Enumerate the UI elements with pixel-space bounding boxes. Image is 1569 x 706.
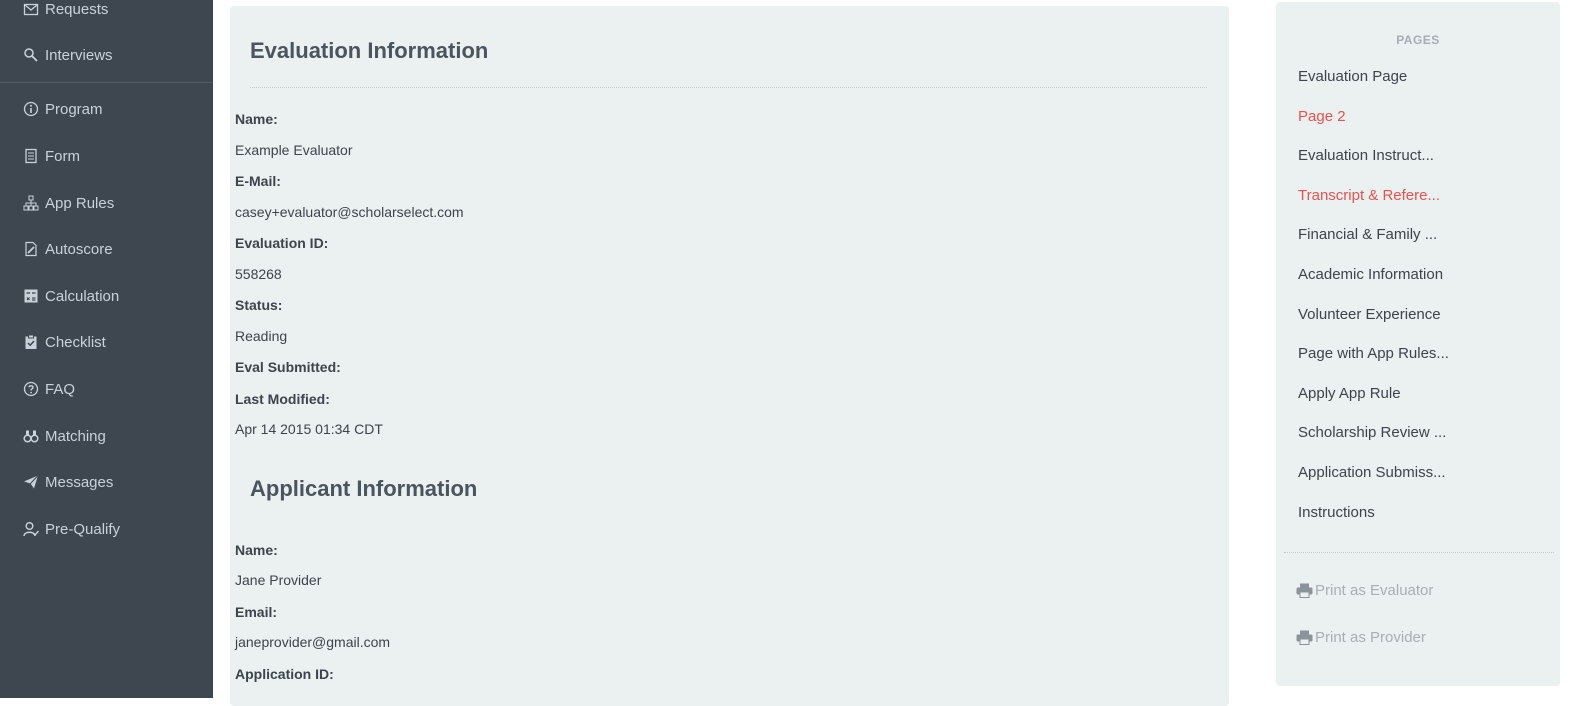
sidebar-item-app-rules[interactable]: App Rules bbox=[22, 191, 114, 215]
printer-icon bbox=[1296, 630, 1313, 645]
page-link-scholarship-review[interactable]: Scholarship Review ... bbox=[1298, 424, 1446, 441]
sidebar-item-label: Calculation bbox=[45, 287, 120, 305]
sidebar-item-faq[interactable]: FAQ bbox=[22, 377, 75, 401]
page-link-evaluation-page[interactable]: Evaluation Page bbox=[1298, 68, 1407, 85]
eval-status-label: Status: bbox=[235, 297, 283, 313]
eval-status-value: Reading bbox=[235, 328, 288, 344]
binoculars-icon bbox=[22, 427, 40, 445]
sidebar-item-label: Messages bbox=[45, 473, 114, 491]
last-modified-value: Apr 14 2015 01:34 CDT bbox=[235, 421, 383, 437]
eval-email-label: E-Mail: bbox=[235, 173, 281, 189]
page-link-page-2[interactable]: Page 2 bbox=[1298, 108, 1346, 125]
sitemap-icon bbox=[22, 194, 40, 212]
pencil-document-icon bbox=[22, 240, 40, 258]
sidebar-item-autoscore[interactable]: Autoscore bbox=[22, 237, 113, 261]
sidebar-divider bbox=[0, 82, 213, 83]
sidebar-item-label: Requests bbox=[45, 0, 109, 18]
sidebar-item-interviews[interactable]: Interviews bbox=[22, 43, 113, 67]
clipboard-check-icon bbox=[22, 333, 40, 351]
printer-icon bbox=[1296, 583, 1313, 598]
page-link-instructions[interactable]: Instructions bbox=[1298, 504, 1375, 521]
applicant-name-label: Name: bbox=[235, 542, 278, 558]
search-users-icon bbox=[22, 46, 40, 64]
envelope-icon bbox=[22, 0, 40, 18]
sidebar-item-label: Checklist bbox=[45, 333, 106, 351]
sidebar-item-label: FAQ bbox=[45, 380, 76, 398]
question-circle-icon bbox=[22, 380, 40, 398]
sidebar-item-calculation[interactable]: Calculation bbox=[22, 284, 119, 308]
pages-panel: PAGES Evaluation Page Page 2 Evaluation … bbox=[1276, 2, 1560, 686]
application-id-label: Application ID: bbox=[235, 666, 334, 682]
page-link-application-submission[interactable]: Application Submiss... bbox=[1298, 464, 1446, 481]
sidebar-item-form[interactable]: Form bbox=[22, 144, 80, 168]
sidebar: Requests Interviews Program Form App Rul… bbox=[0, 0, 213, 698]
sidebar-item-label: Interviews bbox=[45, 46, 113, 64]
applicant-email-label: Email: bbox=[235, 604, 278, 620]
user-check-icon bbox=[22, 520, 40, 538]
page-link-transcript-references[interactable]: Transcript & Refere... bbox=[1298, 187, 1440, 204]
calculator-icon bbox=[22, 287, 40, 305]
eval-id-label: Evaluation ID: bbox=[235, 235, 329, 251]
eval-name-value: Example Evaluator bbox=[235, 142, 353, 158]
eval-submitted-label: Eval Submitted: bbox=[235, 359, 341, 375]
sidebar-item-requests[interactable]: Requests bbox=[22, 0, 108, 21]
page-link-financial-family[interactable]: Financial & Family ... bbox=[1298, 226, 1437, 243]
print-as-provider-link[interactable]: Print as Provider bbox=[1296, 629, 1426, 646]
sidebar-item-pre-qualify[interactable]: Pre-Qualify bbox=[22, 517, 120, 541]
pages-heading: PAGES bbox=[1396, 33, 1440, 47]
document-icon bbox=[22, 147, 40, 165]
section-divider bbox=[250, 87, 1207, 88]
sidebar-item-label: Form bbox=[45, 147, 80, 165]
main-content-panel: Evaluation Information Name: Example Eva… bbox=[230, 6, 1229, 706]
sidebar-item-label: Pre-Qualify bbox=[45, 520, 121, 538]
sidebar-item-matching[interactable]: Matching bbox=[22, 424, 106, 448]
applicant-info-title: Applicant Information bbox=[250, 476, 478, 501]
page-link-academic-information[interactable]: Academic Information bbox=[1298, 266, 1443, 283]
eval-id-value: 558268 bbox=[235, 266, 282, 282]
sidebar-item-label: Program bbox=[45, 100, 103, 118]
page-link-apply-app-rule[interactable]: Apply App Rule bbox=[1298, 385, 1401, 402]
print-as-evaluator-label: Print as Evaluator bbox=[1315, 582, 1434, 599]
sidebar-item-program[interactable]: Program bbox=[22, 97, 103, 121]
eval-name-label: Name: bbox=[235, 111, 278, 127]
evaluation-info-title: Evaluation Information bbox=[250, 38, 489, 63]
page-link-page-with-app-rules[interactable]: Page with App Rules... bbox=[1298, 345, 1449, 362]
page-link-evaluation-instructions[interactable]: Evaluation Instruct... bbox=[1298, 147, 1434, 164]
eval-email-value: casey+evaluator@scholarselect.com bbox=[235, 204, 464, 220]
info-circle-icon bbox=[22, 100, 40, 118]
sidebar-item-checklist[interactable]: Checklist bbox=[22, 330, 106, 354]
sidebar-item-messages[interactable]: Messages bbox=[22, 470, 113, 494]
sidebar-item-label: Autoscore bbox=[45, 240, 113, 258]
panel-divider bbox=[1284, 552, 1554, 553]
page-link-volunteer-experience[interactable]: Volunteer Experience bbox=[1298, 306, 1441, 323]
sidebar-item-label: App Rules bbox=[45, 194, 115, 212]
print-as-provider-label: Print as Provider bbox=[1315, 629, 1426, 646]
paper-plane-icon bbox=[22, 473, 40, 491]
applicant-email-value: janeprovider@gmail.com bbox=[235, 634, 391, 650]
sidebar-item-label: Matching bbox=[45, 427, 106, 445]
print-as-evaluator-link[interactable]: Print as Evaluator bbox=[1296, 582, 1433, 599]
last-modified-label: Last Modified: bbox=[235, 391, 330, 407]
applicant-name-value: Jane Provider bbox=[235, 572, 322, 588]
